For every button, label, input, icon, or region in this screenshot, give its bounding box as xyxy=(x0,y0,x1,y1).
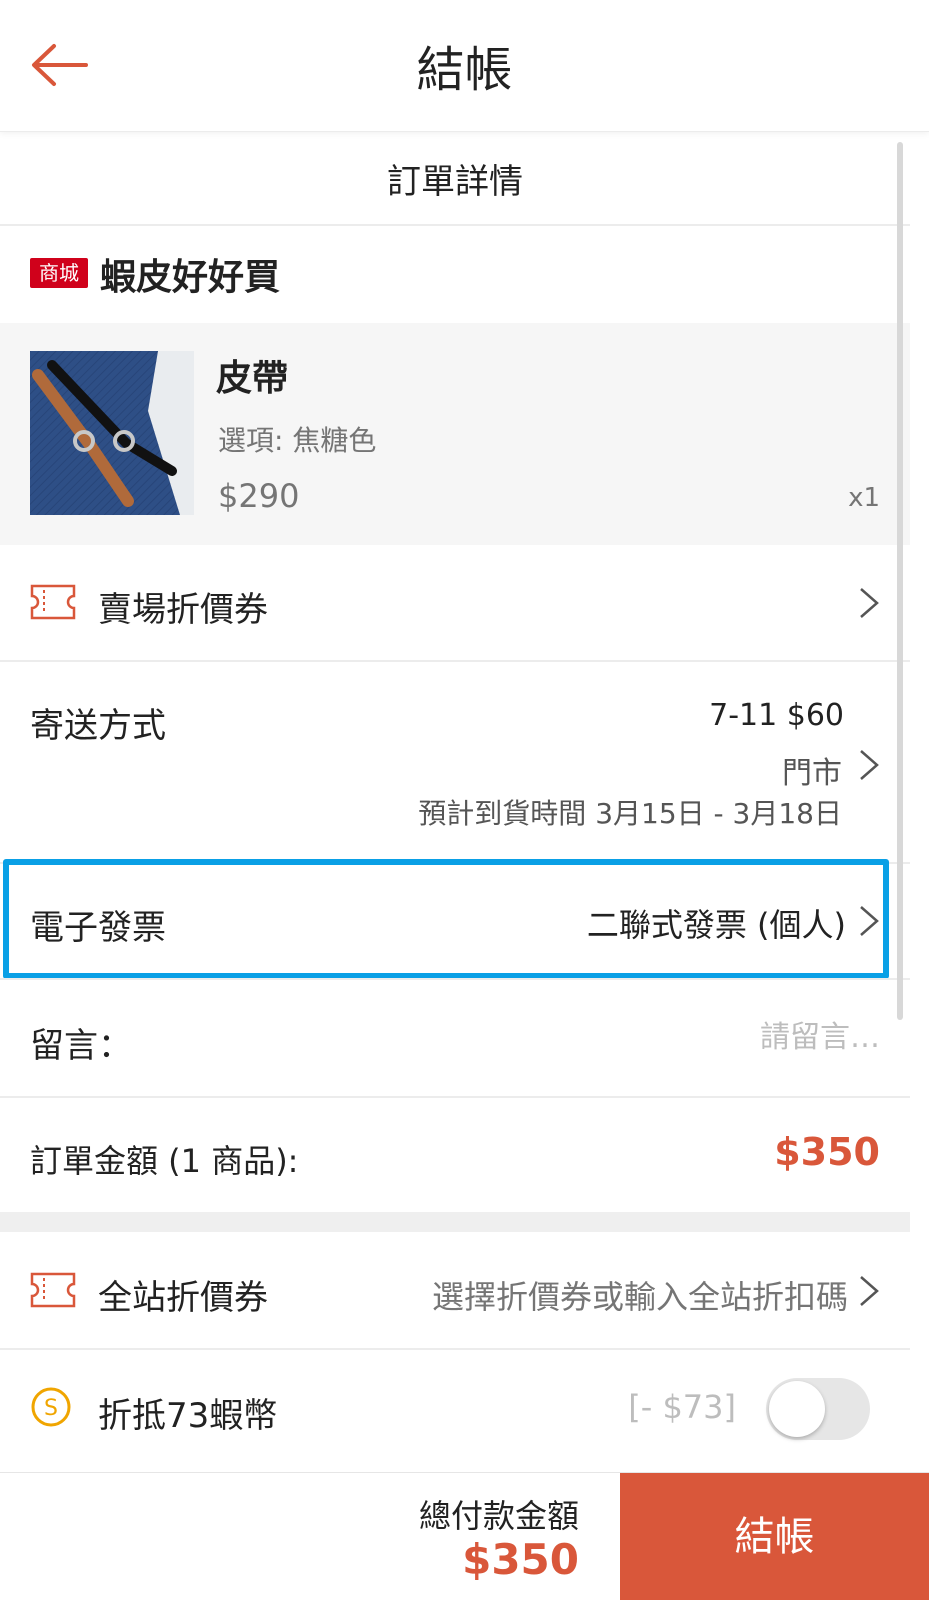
chevron-right-icon xyxy=(860,588,879,618)
mall-badge: 商城 xyxy=(30,258,88,288)
shop-row[interactable]: 商城 蝦皮好好買 xyxy=(0,226,910,322)
coins-toggle[interactable] xyxy=(766,1378,870,1440)
voucher-icon xyxy=(30,584,76,620)
scrollbar[interactable] xyxy=(897,142,903,1020)
order-total-value: $350 xyxy=(774,1130,880,1174)
shop-name: 蝦皮好好買 xyxy=(100,257,281,298)
invoice-label: 電子發票 xyxy=(30,908,166,948)
order-details-title: 訂單詳情 xyxy=(0,140,910,224)
product-option: 選項: 焦糖色 xyxy=(218,424,377,457)
site-voucher-value: 選擇折價券或輸入全站折扣碼 xyxy=(431,1278,848,1316)
shipping-eta: 預計到貨時間 3月15日 - 3月18日 xyxy=(418,797,842,830)
product-item[interactable]: 皮帶 選項: 焦糖色 $290 x1 xyxy=(0,323,910,545)
app-header: 結帳 xyxy=(0,0,929,132)
product-price: $290 xyxy=(218,477,300,515)
checkout-footer: 總付款金額 $350 結帳 xyxy=(0,1472,929,1600)
section-gap xyxy=(0,1212,910,1232)
total-payment-value: $350 xyxy=(462,1535,579,1584)
order-total-row: 訂單金額 (1 商品): $350 xyxy=(0,1098,910,1212)
order-total-label: 訂單金額 (1 商品): xyxy=(30,1142,299,1180)
checkout-button[interactable]: 結帳 xyxy=(620,1473,929,1600)
product-name: 皮帶 xyxy=(216,358,289,399)
product-image xyxy=(30,351,194,515)
message-row: 留言： xyxy=(0,980,910,1096)
coins-label: 折抵73蝦幣 xyxy=(98,1396,278,1436)
site-voucher-row[interactable]: 全站折價券 選擇折價券或輸入全站折扣碼 xyxy=(0,1234,910,1348)
message-label: 留言： xyxy=(30,1026,132,1066)
coin-icon: S xyxy=(31,1387,71,1427)
chevron-right-icon xyxy=(860,906,879,936)
toggle-knob xyxy=(769,1381,825,1437)
site-voucher-label: 全站折價券 xyxy=(98,1278,268,1318)
product-quantity: x1 xyxy=(848,483,880,513)
svg-text:S: S xyxy=(44,1396,58,1421)
chevron-right-icon xyxy=(860,1276,879,1306)
total-payment-label: 總付款金額 xyxy=(418,1497,579,1535)
invoice-row[interactable]: 電子發票 二聯式發票 (個人) xyxy=(0,864,910,976)
shipping-label: 寄送方式 xyxy=(30,706,166,746)
checkout-screen: 結帳 訂單詳情 商城 蝦皮好好買 皮帶 選項: 焦糖色 $290 x1 賣場折價… xyxy=(0,0,929,1600)
shipping-store: 門市 xyxy=(782,756,842,791)
chevron-right-icon xyxy=(860,750,879,780)
shipping-row[interactable]: 寄送方式 7-11 $60 門市 預計到貨時間 3月15日 - 3月18日 xyxy=(0,662,910,862)
shop-voucher-row[interactable]: 賣場折價券 xyxy=(0,546,910,660)
message-input[interactable] xyxy=(460,1010,880,1064)
page-title: 結帳 xyxy=(416,42,513,98)
shipping-price: 7-11 $60 xyxy=(709,698,844,733)
coins-row: S 折抵73蝦幣 [- $73] xyxy=(0,1350,910,1470)
shop-voucher-label: 賣場折價券 xyxy=(98,590,268,630)
coins-amount: [- $73] xyxy=(628,1388,736,1426)
invoice-value: 二聯式發票 (個人) xyxy=(586,906,846,944)
voucher-icon xyxy=(30,1272,76,1308)
